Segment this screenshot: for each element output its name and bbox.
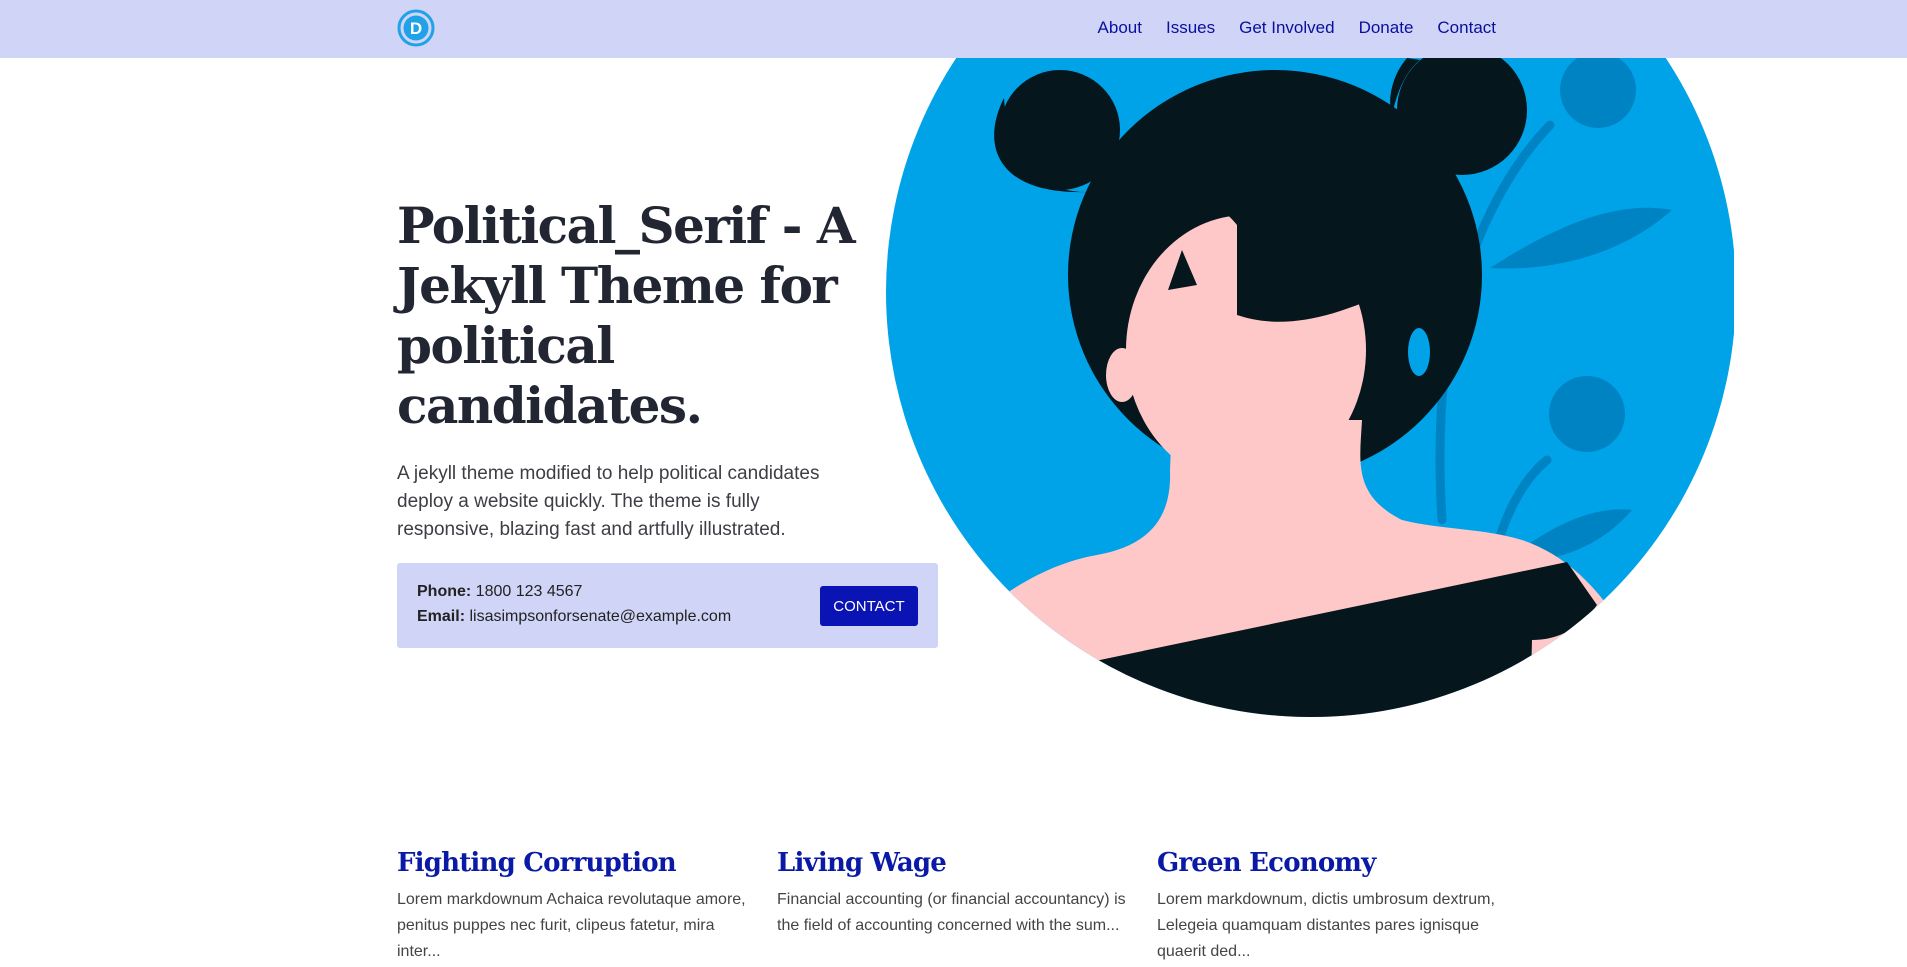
issue-title[interactable]: Living Wage xyxy=(777,845,1137,881)
hero-illustration xyxy=(886,0,1734,717)
issue-card: Living Wage Financial accounting (or fin… xyxy=(777,845,1137,939)
hero-description: A jekyll theme modified to help politica… xyxy=(397,463,820,540)
nav-link-donate[interactable]: Donate xyxy=(1359,18,1414,38)
nav-link-contact[interactable]: Contact xyxy=(1437,18,1496,38)
nav-link-issues[interactable]: Issues xyxy=(1166,18,1215,38)
nav-link-about[interactable]: About xyxy=(1098,18,1142,38)
issue-excerpt: Lorem markdownum Achaica revolutaque amo… xyxy=(397,891,746,960)
phone-line: Phone: 1800 123 4567 xyxy=(417,583,582,601)
phone-value: 1800 123 4567 xyxy=(475,583,583,600)
issue-excerpt: Lorem markdownum, dictis umbrosum dextru… xyxy=(1157,891,1495,960)
issue-card: Fighting Corruption Lorem markdownum Ach… xyxy=(397,845,757,965)
issue-card: Green Economy Lorem markdownum, dictis u… xyxy=(1157,845,1517,965)
top-navbar: D About Issues Get Involved Donate Conta… xyxy=(0,0,1907,58)
democrat-logo-icon[interactable]: D xyxy=(397,9,435,47)
email-value: lisasimpsonforsenate@example.com xyxy=(469,608,732,625)
main-nav: About Issues Get Involved Donate Contact xyxy=(1098,18,1496,38)
issue-title[interactable]: Green Economy xyxy=(1157,845,1517,881)
issue-excerpt: Financial accounting (or financial accou… xyxy=(777,891,1126,934)
phone-label: Phone: xyxy=(417,583,472,600)
svg-text:D: D xyxy=(410,19,422,38)
contact-info-box: Phone: 1800 123 4567 Email: lisasimpsonf… xyxy=(397,563,938,648)
email-label: Email: xyxy=(417,608,466,625)
nav-link-get-involved[interactable]: Get Involved xyxy=(1239,18,1334,38)
hero-title: Political_Serif - A Jekyll Theme for pol… xyxy=(397,196,856,435)
issue-title[interactable]: Fighting Corruption xyxy=(397,845,757,881)
email-line: Email: lisasimpsonforsenate@example.com xyxy=(417,608,731,626)
